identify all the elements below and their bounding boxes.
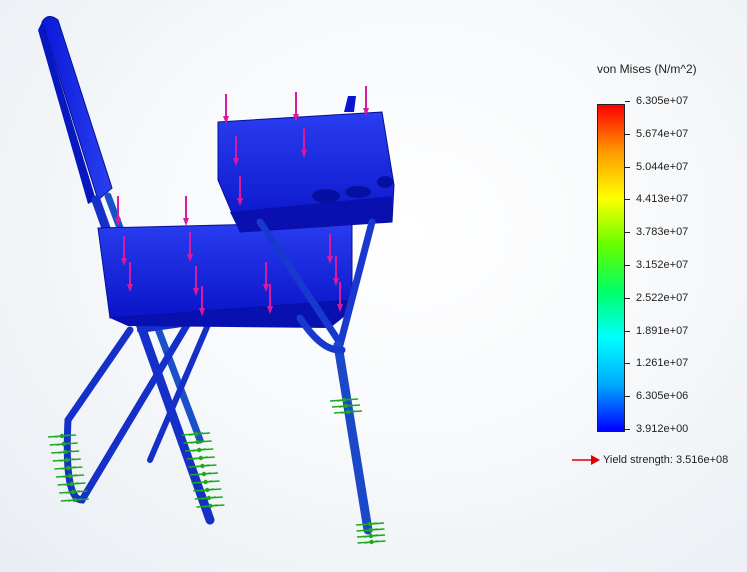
legend-tick-mark <box>625 330 630 332</box>
fixture-node <box>71 489 76 495</box>
fixture-node <box>345 409 351 415</box>
legend-tick-mark <box>625 396 630 398</box>
fixture-node <box>208 503 213 509</box>
fixture-node <box>66 465 71 471</box>
fixture-node <box>367 521 373 527</box>
load-arrow-head <box>183 218 189 226</box>
legend-tick-mark <box>625 363 630 365</box>
fixture-node <box>59 433 65 439</box>
model-viewport[interactable] <box>0 0 747 572</box>
stress-color-bar <box>597 104 625 432</box>
chair-table <box>217 96 395 233</box>
fixture-node <box>206 495 211 501</box>
legend-tick-label: 6.305e+07 <box>636 95 689 107</box>
fixture-node <box>197 447 202 453</box>
legend-tick-label: 1.261e+07 <box>636 357 689 370</box>
fixture-node <box>201 471 207 477</box>
fixture-node <box>343 403 349 409</box>
fixture-node <box>368 527 373 533</box>
legend-tick-label: 3.152e+07 <box>636 259 689 271</box>
fixture-node <box>341 397 347 403</box>
yield-arrow-icon <box>572 455 600 465</box>
legend-tick-mark <box>625 429 630 430</box>
legend-tick-label: 5.674e+07 <box>636 127 689 140</box>
legend-tick-label: 3.783e+07 <box>636 226 689 239</box>
chair-seat <box>97 221 353 328</box>
legend-tick-label: 3.912e+00 <box>636 423 689 435</box>
fixture-node <box>193 431 199 437</box>
legend-tick-label: 2.522e+07 <box>636 291 689 304</box>
chair-backrest <box>38 16 113 204</box>
legend-tick-label: 1.891e+07 <box>636 324 689 337</box>
fixture-node <box>205 487 210 493</box>
legend-tick-mark <box>625 101 630 102</box>
legend-tick-mark <box>625 232 630 234</box>
fixture-node <box>200 463 205 469</box>
legend-tick-mark <box>625 297 630 299</box>
yield-strength-label: Yield strength: 3.516e+08 <box>603 454 729 466</box>
legend-tick-label: 4.413e+07 <box>636 193 689 206</box>
fixture-node <box>72 497 78 503</box>
legend-tick-label: 5.044e+07 <box>636 160 689 173</box>
fixture-node <box>67 473 73 479</box>
legend-tick-mark <box>625 265 630 266</box>
fixture-node <box>203 479 208 485</box>
yield-strength-indicator: Yield strength: 3.516e+08 <box>571 454 728 466</box>
legend-tick-label: 6.305e+06 <box>636 390 689 403</box>
fixture-node <box>61 441 66 447</box>
legend-tick-mark <box>625 199 630 201</box>
fixture-node <box>198 455 203 461</box>
fixture-node <box>69 481 74 487</box>
legend-title: von Mises (N/m^2) <box>597 62 697 76</box>
fixture-node <box>369 539 374 545</box>
fixture-node <box>64 457 70 463</box>
legend-tick-mark <box>625 133 630 135</box>
fixture-node <box>62 449 68 455</box>
legend-tick-mark <box>625 166 630 168</box>
fixture-node <box>195 439 200 445</box>
fixture-node <box>368 533 374 539</box>
